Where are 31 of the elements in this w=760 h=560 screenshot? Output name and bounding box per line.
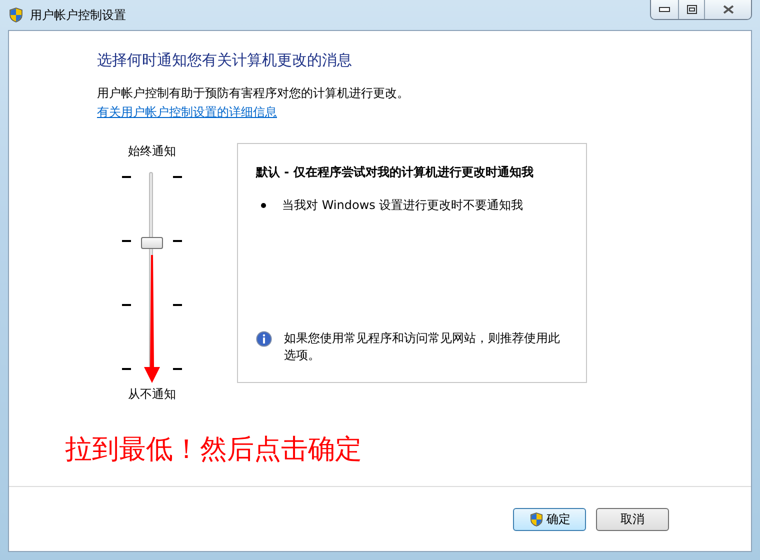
slider-tick (173, 176, 182, 178)
minimize-button[interactable] (651, 0, 678, 19)
description-text: 用户帐户控制有助于预防有害程序对您的计算机进行更改。 (97, 85, 410, 102)
slider-tick (173, 368, 182, 370)
slider-bottom-label: 从不通知 (128, 386, 176, 403)
slider-thumb[interactable] (141, 236, 163, 249)
slider-tick (173, 240, 182, 242)
setting-title: 默认 - 仅在程序尝试对我的计算机进行更改时通知我 (256, 164, 534, 181)
slider-tick (122, 368, 131, 370)
cancel-button[interactable]: 取消 (596, 508, 669, 530)
slider-top-label: 始终通知 (128, 143, 176, 160)
shield-icon (528, 512, 544, 526)
close-button[interactable] (704, 0, 751, 19)
maximize-icon (686, 5, 696, 14)
slider-tick (122, 240, 131, 242)
window-title: 用户帐户控制设置 (30, 6, 126, 24)
details-link[interactable]: 有关用户帐户控制设置的详细信息 (97, 104, 277, 121)
slider-tick (173, 304, 182, 306)
annotation-text: 拉到最低！然后点击确定 (65, 433, 363, 467)
slider-tick (122, 304, 131, 306)
slider-tick (122, 176, 131, 178)
minimize-icon (659, 7, 670, 12)
info-icon (256, 331, 272, 347)
shield-icon (8, 7, 24, 23)
bullet-dot (261, 203, 266, 208)
bullet-text: 当我对 Windows 设置进行更改时不要通知我 (282, 197, 524, 214)
close-icon (722, 5, 734, 14)
recommendation-text: 如果您使用常见程序和访问常见网站，则推荐使用此选项。 (284, 330, 561, 364)
ok-button[interactable]: 确定 (513, 508, 586, 530)
maximize-button[interactable] (678, 0, 704, 19)
page-heading: 选择何时通知您有关计算机更改的消息 (97, 51, 353, 70)
